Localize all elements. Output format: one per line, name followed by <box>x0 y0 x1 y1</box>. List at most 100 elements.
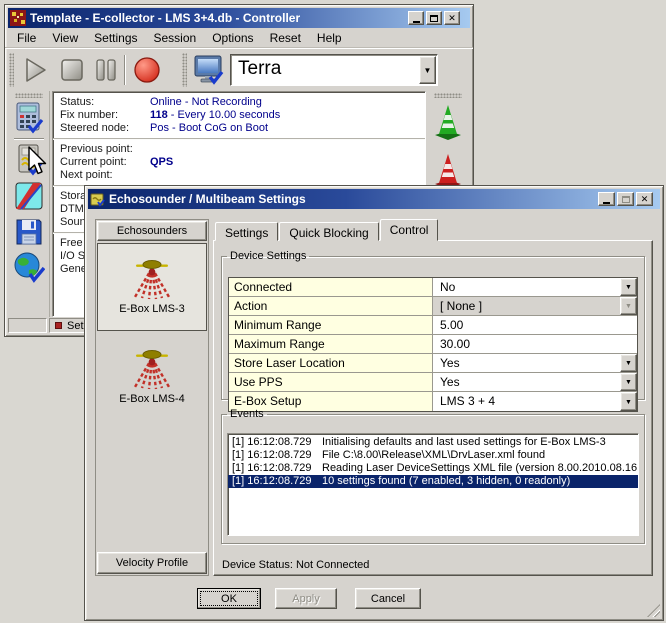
menu-settings[interactable]: Settings <box>86 29 145 47</box>
dropdown-arrow-icon[interactable]: ▼ <box>620 373 637 391</box>
record-icon <box>132 55 162 85</box>
setting-value-dropdown-disabled: [ None ] ▼ <box>433 297 637 315</box>
online-settings-button[interactable] <box>12 251 46 285</box>
dialog-icon <box>90 192 105 207</box>
event-row[interactable]: [1] 16:12:08.729 Reading Laser DeviceSet… <box>228 462 638 475</box>
node-button[interactable] <box>193 54 225 86</box>
status-separator <box>53 138 425 140</box>
setting-value-dropdown[interactable]: Yes ▼ <box>433 373 637 391</box>
setting-label: Connected <box>229 278 433 296</box>
echosounder-settings-dialog: Echosounder / Multibeam Settings ✕ Echos… <box>84 185 664 621</box>
stop-button[interactable] <box>58 56 86 84</box>
menu-options[interactable]: Options <box>204 29 261 47</box>
start-line-button[interactable] <box>434 103 462 146</box>
dropdown-arrow-icon: ▼ <box>620 297 637 315</box>
setting-value-dropdown[interactable]: Yes ▼ <box>433 354 637 372</box>
apply-button[interactable]: Apply <box>275 588 337 609</box>
iconbar-drag-handle[interactable] <box>15 93 43 98</box>
event-row[interactable]: [1] 16:12:08.729 Initialising defaults a… <box>228 436 638 449</box>
dialog-maximize-icon[interactable] <box>617 192 634 206</box>
toolbar-drag-handle-2[interactable] <box>182 53 187 87</box>
setting-row-maximum-range: Maximum Range 30.00 <box>229 335 637 354</box>
close-icon[interactable]: ✕ <box>444 11 460 25</box>
velocity-profile-button[interactable]: Velocity Profile <box>97 552 207 574</box>
menu-help[interactable]: Help <box>309 29 350 47</box>
play-button[interactable] <box>20 55 50 85</box>
save-button[interactable] <box>12 215 46 249</box>
dropdown-arrow-icon[interactable]: ▼ <box>620 354 637 372</box>
tab-control[interactable]: Control <box>380 219 439 241</box>
event-row-selected[interactable]: [1] 16:12:08.729 10 settings found (7 en… <box>228 475 638 488</box>
main-titlebar[interactable]: Template - E-collector - LMS 3+4.db - Co… <box>8 8 470 28</box>
recording-status-icon <box>55 322 62 329</box>
green-cone-icon <box>434 103 462 141</box>
node-combobox-value: Terra <box>238 58 281 80</box>
menu-view[interactable]: View <box>44 29 86 47</box>
transport-toolbar: Terra ▼ <box>5 48 473 91</box>
setting-row-use-pps: Use PPS Yes ▼ <box>229 373 637 392</box>
status-row: Fix number:118 - Every 10.00 seconds <box>53 109 425 122</box>
toolbar-drag-handle[interactable] <box>9 53 14 87</box>
play-icon <box>20 55 50 85</box>
device-status-text: Device Status: Not Connected <box>222 559 369 571</box>
cancel-button[interactable]: Cancel <box>355 588 421 609</box>
computer-node-icon <box>193 54 225 86</box>
setting-label: Maximum Range <box>229 335 433 353</box>
node-combobox[interactable]: Terra ▼ <box>230 54 438 86</box>
dialog-minimize-icon[interactable] <box>598 192 615 206</box>
tab-quick-blocking[interactable]: Quick Blocking <box>279 222 378 241</box>
dialog-tab-area: Settings Quick Blocking Control Device S… <box>213 219 653 576</box>
event-row[interactable]: [1] 16:12:08.729 File C:\8.00\Release\XM… <box>228 449 638 462</box>
dialog-titlebar[interactable]: Echosounder / Multibeam Settings ✕ <box>88 189 660 209</box>
echosounder-settings-button[interactable] <box>12 143 46 177</box>
events-group: Events [1] 16:12:08.729 Initialising def… <box>221 408 645 544</box>
iconbar-separator <box>14 138 44 140</box>
events-legend: Events <box>227 408 267 420</box>
desktop: Template - E-collector - LMS 3+4.db - Co… <box>0 0 666 623</box>
setting-row-minimum-range: Minimum Range 5.00 <box>229 316 637 335</box>
menu-bar: File View Settings Session Options Reset… <box>5 28 473 48</box>
resize-grip[interactable] <box>647 604 660 617</box>
pause-icon <box>94 56 118 84</box>
statusbar-cell <box>8 318 47 333</box>
menu-file[interactable]: File <box>9 29 44 47</box>
statusbar-text: Set <box>67 320 84 332</box>
device-settings-legend: Device Settings <box>227 250 309 262</box>
status-row: Steered node:Pos - Boot CoG on Boot <box>53 122 425 135</box>
setting-value-input[interactable]: 5.00 <box>433 316 637 334</box>
dialog-sidebar: Echosounders E-Box LMS-3 <box>95 219 209 576</box>
setting-row-connected: Connected No ▼ <box>229 278 637 297</box>
events-list[interactable]: [1] 16:12:08.729 Initialising defaults a… <box>227 433 639 536</box>
setting-row-action: Action [ None ] ▼ <box>229 297 637 316</box>
minimize-icon[interactable] <box>408 11 424 25</box>
floppy-save-icon <box>14 217 44 247</box>
sidebar-item-ebox-lms4[interactable]: E-Box LMS-4 <box>97 333 207 421</box>
ok-button[interactable]: OK <box>197 588 261 609</box>
menu-session[interactable]: Session <box>146 29 205 47</box>
node-combobox-dropdown-icon[interactable]: ▼ <box>419 56 436 84</box>
maximize-icon[interactable] <box>426 11 442 25</box>
main-window-title: Template - E-collector - LMS 3+4.db - Co… <box>30 11 404 25</box>
setting-value-input[interactable]: 30.00 <box>433 335 637 353</box>
echosounders-header-button[interactable]: Echosounders <box>97 221 207 241</box>
profile-view-button[interactable] <box>12 179 46 213</box>
fix-settings-button[interactable] <box>12 101 46 135</box>
dropdown-arrow-icon[interactable]: ▼ <box>620 278 637 296</box>
echosounder-device-icon <box>14 144 44 176</box>
status-row: Current point:QPS <box>53 156 425 169</box>
stop-icon <box>58 56 86 84</box>
app-icon <box>10 10 26 26</box>
dialog-close-icon[interactable]: ✕ <box>636 192 653 206</box>
record-button[interactable] <box>132 55 162 85</box>
setting-row-store-laser-location: Store Laser Location Yes ▼ <box>229 354 637 373</box>
status-row: Previous point: <box>53 143 425 156</box>
control-tab-panel: Device Settings Connected No ▼ Action <box>213 240 653 576</box>
sidebar-item-ebox-lms3[interactable]: E-Box LMS-3 <box>97 243 207 331</box>
setting-label: Action <box>229 297 433 315</box>
tab-settings[interactable]: Settings <box>215 222 278 241</box>
pause-button[interactable] <box>94 56 118 84</box>
laser-scanner-icon <box>129 259 175 301</box>
menu-reset[interactable]: Reset <box>262 29 309 47</box>
conebar-drag-handle[interactable] <box>434 93 462 98</box>
setting-value-dropdown[interactable]: No ▼ <box>433 278 637 296</box>
